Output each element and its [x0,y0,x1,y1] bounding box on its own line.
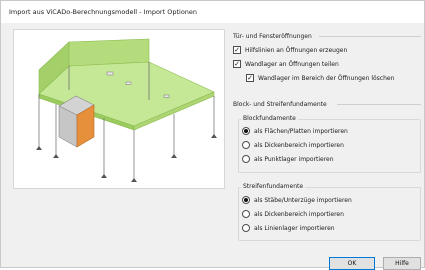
radio-strip-linienlager-indicator[interactable] [242,224,250,232]
radio-strip-linienlager-label: als Linienlager importieren [254,224,335,232]
checkbox-wandlager-teilen[interactable]: ✓ [233,60,241,68]
openings-section-title: Tür- und Fensteröffnungen [233,33,312,40]
radio-strip-staebe-indicator[interactable] [242,196,250,204]
strip-foundations-title: Streifenfundamente [241,183,306,190]
option-hilfslinien[interactable]: ✓ Hilfslinien an Öffnungen erzeugen [233,46,347,54]
radio-block-flaechen-indicator[interactable] [242,127,250,135]
block-foundations-title: Blockfundamente [241,115,298,122]
radio-block-punktlager-indicator[interactable] [242,155,250,163]
option-wandlager-loeschen[interactable]: ✓ Wandlager im Bereich der Öffnungen lös… [246,74,394,82]
radio-block-flaechen[interactable]: als Flächen/Platten importieren [242,127,348,135]
dialog-title: Import aus ViCADo-Berechnungsmodell - Im… [1,1,424,23]
help-button[interactable]: Hilfe [383,257,421,270]
model-preview [13,29,225,189]
radio-block-dickenbereich-indicator[interactable] [242,141,250,149]
radio-strip-dickenbereich-indicator[interactable] [242,210,250,218]
checkbox-hilfslinien[interactable]: ✓ [233,46,241,54]
option-wandlager-loeschen-label: Wandlager im Bereich der Öffnungen lösch… [258,74,395,82]
foundations-divider [337,104,421,105]
ok-button[interactable]: OK [329,257,375,270]
import-options-dialog: Import aus ViCADo-Berechnungsmodell - Im… [0,0,425,270]
radio-strip-dickenbereich[interactable]: als Dickenbereich importieren [242,210,344,218]
option-hilfslinien-label: Hilfslinien an Öffnungen erzeugen [245,46,348,54]
foundations-section-title: Block- und Streifenfundamente [233,101,327,108]
radio-block-punktlager[interactable]: als Punktlager importieren [242,155,334,163]
radio-strip-dickenbereich-label: als Dickenbereich importieren [254,210,344,218]
checkbox-wandlager-loeschen[interactable]: ✓ [246,74,254,82]
radio-block-dickenbereich[interactable]: als Dickenbereich importieren [242,141,344,149]
radio-block-punktlager-label: als Punktlager importieren [254,155,334,163]
radio-strip-linienlager[interactable]: als Linienlager importieren [242,224,335,232]
radio-block-dickenbereich-label: als Dickenbereich importieren [254,141,344,149]
radio-strip-staebe[interactable]: als Stäbe/Unterzüge importieren [242,196,352,204]
radio-block-flaechen-label: als Flächen/Platten importieren [254,127,348,135]
radio-strip-staebe-label: als Stäbe/Unterzüge importieren [254,196,352,204]
openings-divider [319,36,421,37]
option-wandlager-teilen[interactable]: ✓ Wandlager an Öffnungen teilen [233,60,339,68]
model-preview-drawing [36,38,217,182]
option-wandlager-teilen-label: Wandlager an Öffnungen teilen [245,60,339,68]
